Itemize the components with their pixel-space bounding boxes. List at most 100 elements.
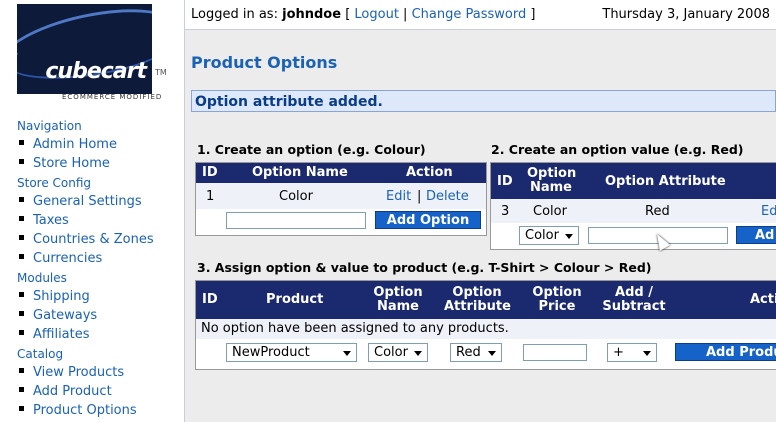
- table-row: 1 Color Edit | Delete: [196, 183, 486, 209]
- value-attribute: Red: [645, 204, 670, 219]
- sidebar-item-add-product[interactable]: Add Product: [19, 384, 112, 399]
- chevron-down-icon: [565, 234, 573, 239]
- option-name-select[interactable]: Color: [368, 343, 428, 362]
- bullet-icon: [19, 140, 24, 145]
- main-content: Product Options Option attribute added. …: [185, 30, 776, 422]
- chevron-down-icon: [343, 351, 351, 356]
- assign-option-table: ID Product Option Name Option Attribute …: [195, 280, 776, 370]
- login-status: Logged in as: johndoe [ Logout | Change …: [191, 7, 536, 22]
- section1-title: 1. Create an option (e.g. Colour): [197, 142, 426, 157]
- header-option-attribute: Option Attribute: [444, 285, 511, 314]
- bullet-icon: [19, 216, 24, 221]
- value-id: 3: [501, 204, 510, 219]
- bullet-icon: [19, 197, 24, 202]
- product-select-value: NewProduct: [232, 345, 310, 360]
- section3-title: 3. Assign option & value to product (e.g…: [197, 260, 652, 275]
- sidebar-item-currencies[interactable]: Currencies: [19, 251, 102, 266]
- nav-section-navigation: Navigation: [17, 119, 82, 133]
- sidebar-item-label: General Settings: [33, 194, 142, 209]
- delete-link[interactable]: Delete: [426, 189, 469, 204]
- header-option-name: Option Name: [373, 285, 423, 314]
- chevron-down-icon: [488, 351, 496, 356]
- add-subtract-select[interactable]: +: [607, 343, 657, 362]
- empty-row: No option have been assigned to any prod…: [196, 319, 776, 339]
- sidebar-item-product-options[interactable]: Product Options: [19, 403, 137, 418]
- bullet-icon: [19, 235, 24, 240]
- sidebar-item-label: View Products: [33, 365, 125, 380]
- sidebar-item-countries-zones[interactable]: Countries & Zones: [19, 232, 154, 247]
- sidebar-item-view-products[interactable]: View Products: [19, 365, 124, 380]
- sidebar-item-label: Shipping: [33, 289, 90, 304]
- header-option-attribute: Option Attribute: [605, 174, 726, 189]
- create-option-value-table: ID Option Name Option Attribute 3 Color …: [490, 162, 776, 250]
- header-id: ID: [202, 292, 218, 307]
- value-option-name: Color: [533, 204, 567, 219]
- add-option-button[interactable]: Add Option: [375, 211, 481, 229]
- edit-link[interactable]: Ed: [761, 204, 776, 219]
- option-select-value: Color: [525, 228, 559, 243]
- sidebar-item-label: Admin Home: [33, 137, 117, 152]
- sidebar-item-affiliates[interactable]: Affiliates: [19, 327, 90, 342]
- create-option-table: ID Option Name Action 1 Color Edit | Del…: [195, 162, 487, 236]
- header-action: Acti: [750, 292, 776, 307]
- edit-link[interactable]: Edit: [386, 189, 411, 204]
- product-select[interactable]: NewProduct: [226, 343, 357, 362]
- sidebar-item-label: Product Options: [33, 403, 137, 418]
- bullet-icon: [19, 292, 24, 297]
- section2-title: 2. Create an option value (e.g. Red): [491, 142, 744, 157]
- bullet-icon: [19, 330, 24, 335]
- option-name-input[interactable]: [226, 212, 366, 229]
- nav-section-store-config: Store Config: [17, 176, 92, 190]
- bullet-icon: [19, 311, 24, 316]
- table-row: 3 Color Red Ed: [491, 199, 776, 223]
- current-date: Thursday 3, January 2008: [602, 7, 770, 22]
- change-password-link[interactable]: Change Password: [412, 7, 527, 22]
- page-title: Product Options: [191, 53, 338, 72]
- header-id: ID: [202, 165, 218, 180]
- header-option-price: Option Price: [532, 285, 582, 314]
- topbar: Logged in as: johndoe [ Logout | Change …: [185, 0, 776, 30]
- header-product: Product: [266, 292, 324, 307]
- sidebar-item-label: Gateways: [33, 308, 98, 323]
- bullet-icon: [19, 159, 24, 164]
- sidebar: cubecart TM ECOMMERCE MODIFIED Navigatio…: [0, 0, 185, 422]
- option-name-select-value: Color: [374, 345, 408, 360]
- action-separator: |: [417, 189, 422, 204]
- header-id: ID: [497, 174, 513, 189]
- bullet-icon: [19, 406, 24, 411]
- logout-link[interactable]: Logout: [354, 7, 399, 22]
- option-id: 1: [206, 189, 215, 204]
- add-subtract-select-value: +: [613, 345, 624, 360]
- header-action: Action: [406, 165, 453, 180]
- sidebar-item-general-settings[interactable]: General Settings: [19, 194, 142, 209]
- table-header: ID Option Name Option Attribute: [491, 163, 776, 199]
- sidebar-item-taxes[interactable]: Taxes: [19, 213, 69, 228]
- sidebar-item-store-home[interactable]: Store Home: [19, 156, 110, 171]
- header-add-subtract: Add / Subtract: [602, 285, 666, 314]
- empty-message: No option have been assigned to any prod…: [201, 321, 509, 336]
- cubecart-logo[interactable]: cubecart: [17, 4, 152, 94]
- logo-subtitle: ECOMMERCE MODIFIED: [62, 93, 163, 101]
- option-select[interactable]: Color: [519, 226, 579, 245]
- sidebar-item-label: Add Product: [33, 384, 112, 399]
- logo-trademark: TM: [155, 68, 167, 77]
- sidebar-item-label: Taxes: [33, 213, 69, 228]
- bullet-icon: [19, 254, 24, 259]
- sidebar-item-shipping[interactable]: Shipping: [19, 289, 90, 304]
- add-option-value-button[interactable]: Ad: [736, 226, 776, 244]
- option-attribute-select[interactable]: Red: [450, 343, 502, 362]
- sidebar-item-label: Currencies: [33, 251, 103, 266]
- add-product-option-button[interactable]: Add Produ: [675, 343, 776, 361]
- bullet-icon: [19, 387, 24, 392]
- chevron-down-icon: [414, 351, 422, 356]
- sidebar-item-gateways[interactable]: Gateways: [19, 308, 97, 323]
- header-option-name: Option Name: [527, 166, 577, 195]
- nav-section-catalog: Catalog: [17, 347, 64, 361]
- bullet-icon: [19, 368, 24, 373]
- table-header: ID Product Option Name Option Attribute …: [196, 281, 776, 319]
- chevron-down-icon: [643, 351, 651, 356]
- option-price-input[interactable]: [523, 344, 587, 361]
- table-header: ID Option Name Action: [196, 163, 486, 183]
- success-message: Option attribute added.: [191, 90, 776, 112]
- sidebar-item-admin-home[interactable]: Admin Home: [19, 137, 117, 152]
